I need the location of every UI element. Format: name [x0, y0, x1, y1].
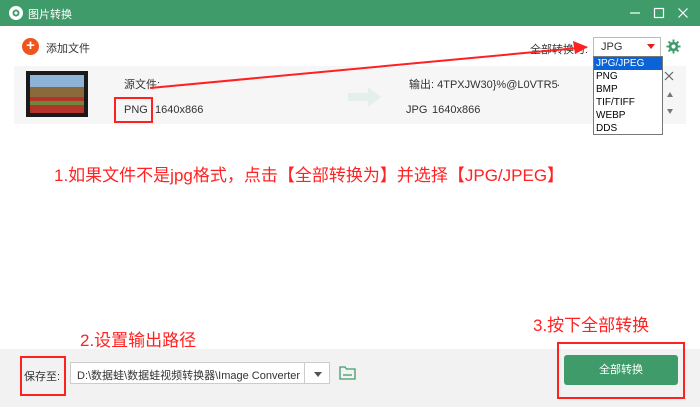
source-file-label: 源文件: — [124, 79, 161, 91]
png-highlight-box — [114, 97, 153, 123]
image-thumbnail — [26, 71, 88, 117]
path-dropdown-button[interactable] — [304, 362, 330, 384]
format-option-png[interactable]: PNG — [594, 70, 662, 83]
output-name: 输出: 4TPXJW30}%@L0VTR5{NBWPU — [409, 79, 559, 91]
annotation-step2: 2.设置输出路径 — [80, 331, 197, 350]
source-dimensions: 1640x866 — [155, 104, 204, 116]
save-to-highlight-box — [20, 356, 66, 396]
add-file-label: 添加文件 — [46, 43, 90, 55]
output-format: JPG — [406, 104, 428, 116]
window-title: 图片转换 — [28, 9, 72, 21]
title-bar: 图片转换 — [0, 0, 700, 26]
format-dropdown-list: JPG/JPEG PNG BMP TIF/TIFF WEBP DDS — [593, 56, 663, 135]
format-select-value: JPG — [601, 41, 623, 53]
format-select[interactable]: JPG — [593, 37, 661, 57]
format-option-bmp[interactable]: BMP — [594, 83, 662, 96]
chevron-down-icon — [647, 44, 655, 49]
arrow-right-icon — [348, 87, 381, 107]
maximize-icon[interactable] — [650, 4, 668, 22]
close-icon[interactable] — [674, 4, 692, 22]
output-dimensions: 1640x866 — [432, 104, 481, 116]
plus-icon: + — [22, 38, 39, 55]
output-path-value: D:\数据蛙\数据蛙视频转换器\Image Converter — [77, 370, 301, 382]
convert-highlight-box — [557, 342, 685, 399]
annotation-step1: 1.如果文件不是jpg格式，点击【全部转换为】并选择【JPG/JPEG】 — [54, 166, 565, 185]
gear-icon[interactable] — [666, 39, 681, 54]
convert-all-to-label: 全部转换为: — [530, 44, 589, 56]
annotation-step3: 3.按下全部转换 — [533, 316, 650, 335]
format-option-tif[interactable]: TIF/TIFF — [594, 96, 662, 109]
scroll-arrows-icon[interactable] — [666, 90, 674, 116]
format-option-jpg[interactable]: JPG/JPEG — [594, 57, 662, 70]
folder-icon[interactable] — [339, 365, 356, 380]
format-option-webp[interactable]: WEBP — [594, 109, 662, 122]
format-option-dds[interactable]: DDS — [594, 122, 662, 135]
camera-app-icon — [9, 6, 23, 20]
remove-file-icon[interactable] — [663, 70, 675, 82]
minimize-icon[interactable] — [626, 4, 644, 22]
chevron-down-icon — [314, 372, 322, 377]
output-path-field[interactable]: D:\数据蛙\数据蛙视频转换器\Image Converter — [70, 362, 330, 384]
